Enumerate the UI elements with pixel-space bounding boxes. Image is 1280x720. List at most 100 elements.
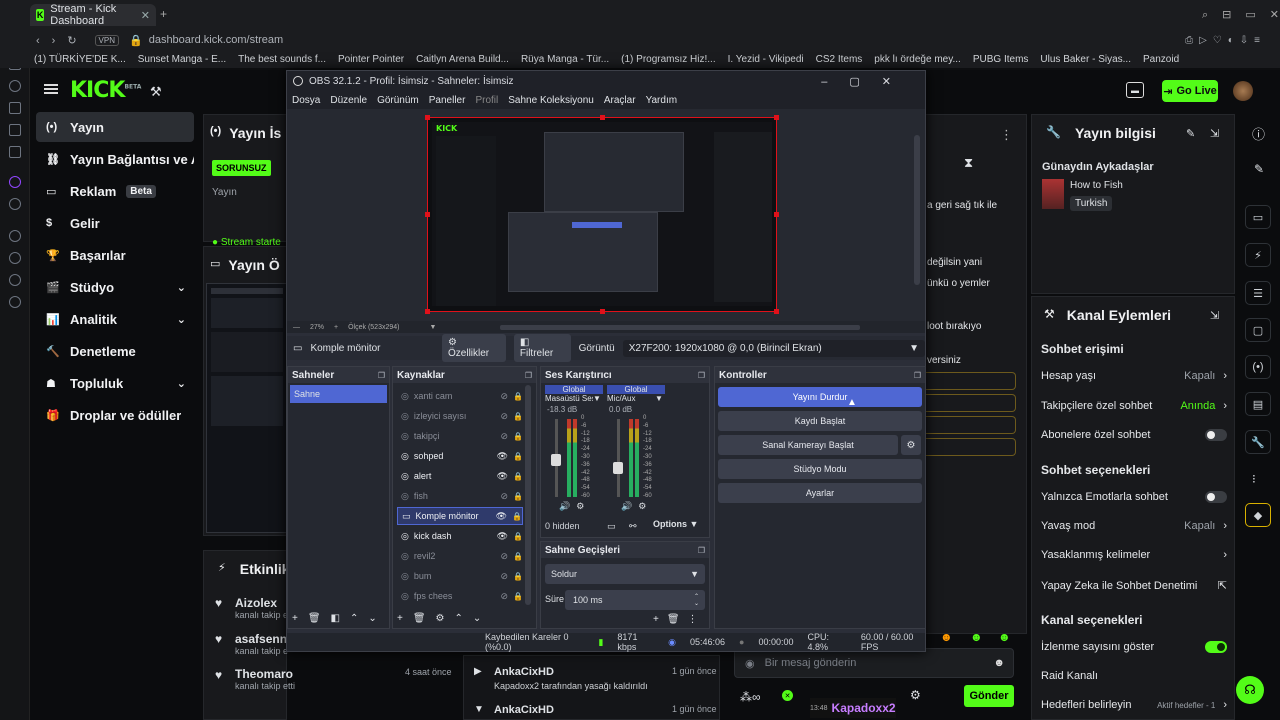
bookmark-item[interactable]: The best sounds f... <box>238 54 326 65</box>
mixer-layout-icon[interactable]: ▭ <box>607 521 616 532</box>
eye-off-icon[interactable]: ⊘ <box>500 431 508 442</box>
history-icon[interactable] <box>9 252 21 264</box>
volume-slider-track[interactable] <box>617 419 620 497</box>
theater-mode-icon[interactable]: ▬ <box>1126 82 1144 98</box>
eye-off-icon[interactable]: ⊘ <box>500 411 508 422</box>
rail-button[interactable]: ▭ <box>1245 205 1271 229</box>
preview-capture[interactable]: KICK <box>425 115 779 314</box>
settings-icon[interactable] <box>9 296 21 308</box>
kick-emote-icon[interactable]: ✕ <box>782 690 793 701</box>
bookmark-item[interactable]: CS2 Items <box>816 54 863 65</box>
source-item[interactable]: ▭ Komple mönitor 👁 🔒 <box>397 507 523 525</box>
volume-slider-handle[interactable] <box>613 461 623 474</box>
send-button[interactable]: Gönder <box>964 685 1014 707</box>
banned-words-setting[interactable]: Yasaklanmış kelimeler › <box>1041 549 1227 561</box>
chat-input[interactable]: ◉ Bir mesaj gönderin ☻ <box>734 648 1014 678</box>
sidebar-item-0[interactable]: (•) Yayın <box>36 112 194 142</box>
twitch-icon[interactable] <box>9 176 21 188</box>
obs-window-controls[interactable]: –▢✕ <box>821 75 913 88</box>
url-field[interactable]: dashboard.kick.com/stream <box>149 34 284 46</box>
sidebar-app-icon[interactable] <box>9 146 21 158</box>
sidebar-item-8[interactable]: ☗ Topluluk ⌄ <box>36 368 194 398</box>
info-icon[interactable]: ⓘ <box>1252 124 1265 143</box>
studio-mode-button[interactable]: Stüdyo Modu <box>718 459 922 479</box>
eye-off-icon[interactable]: ⊘ <box>500 491 508 502</box>
eye-icon[interactable]: 👁 <box>497 471 508 482</box>
rail-button[interactable]: ⚡ <box>1245 243 1271 267</box>
source-item[interactable]: ◎ takipçi ⊘ 🔒 <box>397 427 523 445</box>
bookmark-item[interactable]: pkk lı ördeğe mey... <box>874 54 961 65</box>
lock-icon[interactable]: 🔒 <box>513 572 523 581</box>
scene-item[interactable]: Sahne <box>290 385 387 403</box>
zoom-dropdown-icon[interactable]: ▼ <box>429 324 436 331</box>
followers-only-setting[interactable]: Takipçilere özel sohbet Anında › <box>1041 400 1227 412</box>
edit-icon[interactable]: ✎ <box>1186 127 1195 140</box>
slow-mode-setting[interactable]: Yavaş mod Kapalı › <box>1041 520 1227 532</box>
rail-button[interactable]: ☰ <box>1245 281 1271 305</box>
zoom-in-icon[interactable]: + <box>334 324 338 331</box>
filters-button[interactable]: ◧ Filtreler <box>513 334 571 362</box>
kick-logo[interactable]: KICKBETA <box>70 78 141 103</box>
menu-item[interactable]: Dosya <box>292 95 320 106</box>
lock-icon[interactable]: 🔒 <box>513 412 523 421</box>
horizontal-scrollbar[interactable] <box>500 324 861 330</box>
source-item[interactable]: ◎ xanti cam ⊘ 🔒 <box>397 387 523 405</box>
bookmark-item[interactable]: (1) TÜRKİYE'DE K... <box>34 54 126 65</box>
sidebar-app-icon[interactable] <box>9 198 21 210</box>
obs-preview[interactable]: KICK <box>287 109 925 321</box>
menu-item[interactable]: Araçlar <box>604 95 636 106</box>
sidebar-app-icon[interactable] <box>9 80 21 92</box>
sidebar-item-3[interactable]: $ Gelir <box>36 208 194 238</box>
lock-icon[interactable]: 🔒 <box>513 472 523 481</box>
vpn-badge[interactable]: VPN <box>94 34 119 46</box>
hourglass-icon[interactable]: ⧗ <box>964 155 973 171</box>
bookmark-item[interactable]: Panzoid <box>1143 54 1179 65</box>
zoom-out-icon[interactable]: — <box>293 324 300 331</box>
volume-slider-handle[interactable] <box>551 454 561 467</box>
browser-tab[interactable]: K Stream - Kick Dashboard ✕ <box>30 3 156 27</box>
bookmark-item[interactable]: Sunset Manga - E... <box>138 54 226 65</box>
settings-button[interactable]: Ayarlar <box>718 483 922 503</box>
rail-button[interactable]: ◆ <box>1245 503 1271 527</box>
menu-item[interactable]: Sahne Koleksiyonu <box>508 95 594 106</box>
eye-icon[interactable]: 👁 <box>497 451 508 462</box>
lock-icon[interactable]: 🔒 <box>513 492 523 501</box>
bookmark-item[interactable]: (1) Programsız Hiz!... <box>621 54 715 65</box>
menu-item[interactable]: Yardım <box>646 95 678 106</box>
source-item[interactable]: ◎ revil2 ⊘ 🔒 <box>397 547 523 565</box>
avatar[interactable] <box>1233 81 1253 101</box>
menu-item[interactable]: Görünüm <box>377 95 419 106</box>
menu-item[interactable]: Düzenle <box>330 95 367 106</box>
source-item[interactable]: ◎ sohped 👁 🔒 <box>397 447 523 465</box>
chat-settings-icon[interactable]: ⁂∞ <box>740 690 761 704</box>
sidebar-app-icon[interactable] <box>9 102 21 114</box>
transition-select[interactable]: Soldur ▼ <box>545 564 705 584</box>
start-virtual-camera-button[interactable]: Sanal Kamerayı Başlat <box>718 435 898 455</box>
emote-icon[interactable]: ☻ <box>998 630 1011 644</box>
show-views-setting[interactable]: İzlenme sayısını göster <box>1041 641 1227 653</box>
source-item[interactable]: ◎ izleyici sayısı ⊘ 🔒 <box>397 407 523 425</box>
lock-icon[interactable]: 🔒 <box>513 452 523 461</box>
channel-controls[interactable]: 🔊⚙ <box>559 501 590 512</box>
menu-item[interactable]: Profil <box>475 95 498 106</box>
eye-off-icon[interactable]: ⊘ <box>500 571 508 582</box>
eye-off-icon[interactable]: ⊘ <box>500 591 508 602</box>
source-toolbar-buttons[interactable]: +🗑⚙⌃⌄ <box>397 613 491 624</box>
edit-icon[interactable]: ✎ <box>1254 162 1264 176</box>
close-tab-icon[interactable]: ✕ <box>141 9 150 22</box>
lock-icon[interactable]: 🔒 <box>513 552 523 561</box>
tools-icon[interactable]: ⚒ <box>150 84 162 100</box>
bookmark-item[interactable]: Caitlyn Arena Build... <box>416 54 509 65</box>
sidebar-item-4[interactable]: 🏆 Başarılar <box>36 240 194 270</box>
scene-toolbar[interactable]: +🗑◧⌃⌄ <box>292 613 387 624</box>
hamburger-menu-icon[interactable] <box>44 84 58 94</box>
channel-name[interactable]: Mic/Aux ▼ <box>607 394 665 403</box>
sidebar-app-icon[interactable] <box>9 124 21 136</box>
nav-buttons[interactable]: ‹›↻ <box>36 34 89 47</box>
new-tab-icon[interactable]: + <box>160 7 167 21</box>
menu-item[interactable]: Paneller <box>429 95 466 106</box>
bookmark-item[interactable]: I. Yezid - Vikipedi <box>728 54 804 65</box>
stop-streaming-button[interactable]: Yayını Durdur <box>718 387 922 407</box>
sidebar-item-1[interactable]: ⛓Yayın Bağlantısı ve Anahtar <box>36 144 194 174</box>
emote-icon[interactable]: ☻ <box>970 630 983 644</box>
